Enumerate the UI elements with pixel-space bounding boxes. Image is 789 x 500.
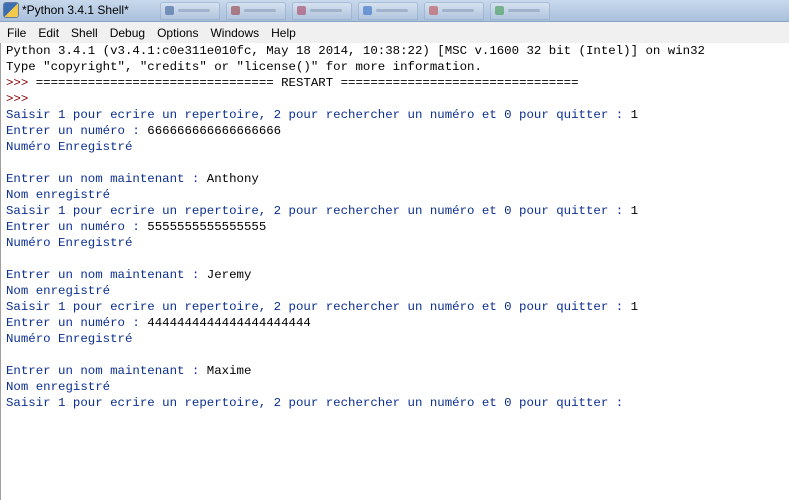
tab-label-placeholder (442, 9, 474, 12)
window-icon (165, 6, 174, 15)
background-tab[interactable] (160, 2, 220, 20)
user-input: Anthony (206, 172, 259, 186)
python-idle-icon (4, 3, 18, 17)
program-output: Nom enregistré (6, 380, 111, 394)
console-line: >>> (1, 91, 789, 107)
user-input: 1 (630, 204, 639, 218)
user-input: Jeremy (206, 268, 252, 282)
program-output: Entrer un nom maintenant : (6, 364, 207, 378)
menu-windows[interactable]: Windows (205, 24, 264, 42)
menu-bar: File Edit Shell Debug Options Windows He… (0, 22, 789, 44)
console-line: Numéro Enregistré (1, 331, 789, 347)
window-icon (363, 6, 372, 15)
console-line: Entrer un nom maintenant : Jeremy (1, 267, 789, 283)
console-line: Saisir 1 pour ecrire un repertoire, 2 po… (1, 299, 789, 315)
stdout-text: Python 3.4.1 (v3.4.1:c0e311e010fc, May 1… (6, 44, 705, 58)
tab-label-placeholder (508, 9, 540, 12)
background-tab[interactable] (358, 2, 418, 20)
menu-shell[interactable]: Shell (66, 24, 103, 42)
shell-prompt: >>> (6, 92, 36, 106)
shell-prompt: >>> (6, 76, 36, 90)
user-input: 4444444444444444444444 (147, 316, 311, 330)
tab-label-placeholder (244, 9, 276, 12)
program-output: Numéro Enregistré (6, 236, 133, 250)
menu-debug[interactable]: Debug (105, 24, 150, 42)
window-icon (231, 6, 240, 15)
console-line: Numéro Enregistré (1, 139, 789, 155)
console-line: Type "copyright", "credits" or "license(… (1, 59, 789, 75)
console-line: Entrer un numéro : 444444444444444444444… (1, 315, 789, 331)
console-line: Nom enregistré (1, 187, 789, 203)
menu-help[interactable]: Help (266, 24, 301, 42)
background-tab[interactable] (226, 2, 286, 20)
program-output: Entrer un numéro : (6, 124, 148, 138)
user-input: 5555555555555555 (147, 220, 267, 234)
console-line: Python 3.4.1 (v3.4.1:c0e311e010fc, May 1… (1, 43, 789, 59)
console-line: Entrer un numéro : 5555555555555555 (1, 219, 789, 235)
program-output: Nom enregistré (6, 188, 111, 202)
tab-label-placeholder (376, 9, 408, 12)
shell-output-area[interactable]: Python 3.4.1 (v3.4.1:c0e311e010fc, May 1… (0, 43, 789, 500)
console-line: Entrer un nom maintenant : Maxime (1, 363, 789, 379)
program-output: Saisir 1 pour ecrire un repertoire, 2 po… (6, 108, 631, 122)
console-line: Saisir 1 pour ecrire un repertoire, 2 po… (1, 395, 789, 411)
window-icon (429, 6, 438, 15)
tab-label-placeholder (310, 9, 342, 12)
stdout-text: Type "copyright", "credits" or "license(… (6, 60, 482, 74)
program-output: Numéro Enregistré (6, 332, 133, 346)
program-output: Entrer un numéro : (6, 316, 148, 330)
user-input: Maxime (206, 364, 252, 378)
window-title: *Python 3.4.1 Shell* (22, 3, 129, 17)
program-output: Saisir 1 pour ecrire un repertoire, 2 po… (6, 300, 631, 314)
program-output: Nom enregistré (6, 284, 111, 298)
program-output: Entrer un nom maintenant : (6, 268, 207, 282)
background-tabs (160, 2, 789, 20)
background-tab[interactable] (424, 2, 484, 20)
program-output: Numéro Enregistré (6, 140, 133, 154)
console-line: >>> ================================ RES… (1, 75, 789, 91)
user-input: 666666666666666666 (147, 124, 282, 138)
menu-edit[interactable]: Edit (33, 24, 64, 42)
title-bar: *Python 3.4.1 Shell* (0, 0, 789, 22)
program-output: Entrer un numéro : (6, 220, 148, 234)
console-line: Nom enregistré (1, 379, 789, 395)
menu-options[interactable]: Options (152, 24, 203, 42)
console-line: Nom enregistré (1, 283, 789, 299)
console-line: Saisir 1 pour ecrire un repertoire, 2 po… (1, 107, 789, 123)
user-input: 1 (630, 300, 639, 314)
menu-file[interactable]: File (2, 24, 31, 42)
background-tab[interactable] (490, 2, 550, 20)
console-line: Saisir 1 pour ecrire un repertoire, 2 po… (1, 203, 789, 219)
program-output: Saisir 1 pour ecrire un repertoire, 2 po… (6, 396, 631, 410)
console-line: Entrer un nom maintenant : Anthony (1, 171, 789, 187)
window-icon (297, 6, 306, 15)
tab-label-placeholder (178, 9, 210, 12)
user-input: 1 (630, 108, 639, 122)
window-icon (495, 6, 504, 15)
restart-banner: ================================ RESTART… (35, 76, 579, 90)
console-line: Numéro Enregistré (1, 235, 789, 251)
program-output: Entrer un nom maintenant : (6, 172, 207, 186)
background-tab[interactable] (292, 2, 352, 20)
console-line: Entrer un numéro : 666666666666666666 (1, 123, 789, 139)
program-output: Saisir 1 pour ecrire un repertoire, 2 po… (6, 204, 631, 218)
